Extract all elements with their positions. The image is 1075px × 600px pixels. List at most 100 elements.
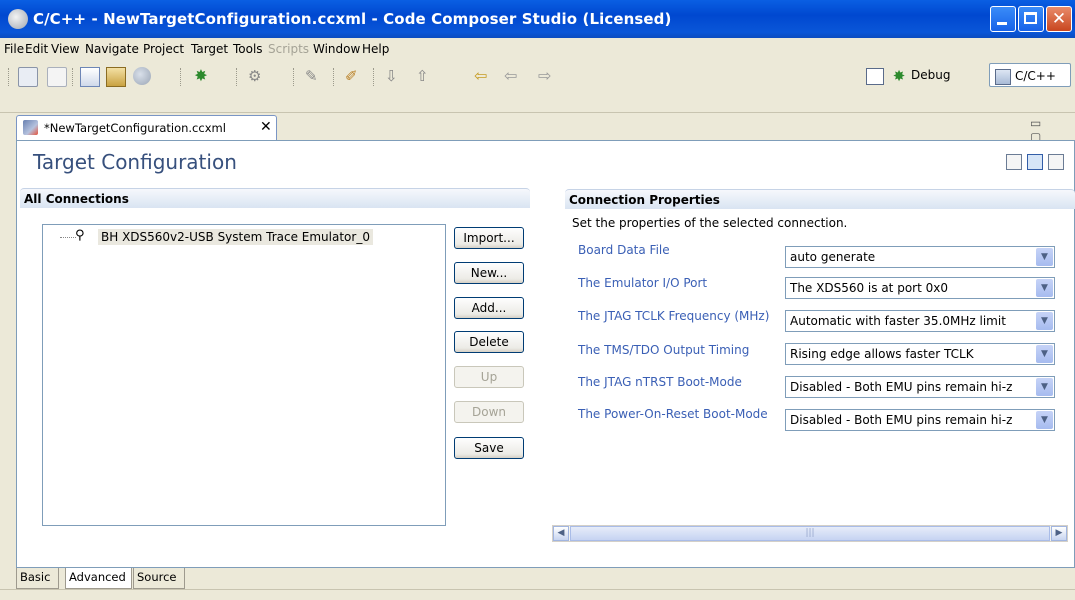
new-button[interactable]: New...: [454, 262, 524, 284]
debug-icon[interactable]: ✸: [192, 67, 210, 85]
close-button[interactable]: ✕: [1046, 6, 1072, 32]
layout-buttons: [1001, 154, 1064, 173]
menu-edit[interactable]: Edit: [25, 42, 48, 56]
tms-tdo-output-timing-value: Rising edge allows faster TCLK: [790, 347, 974, 361]
menu-target[interactable]: Target: [191, 42, 228, 56]
last-edit-location-icon[interactable]: ⇦: [474, 67, 492, 85]
print-icon[interactable]: [47, 67, 67, 87]
tree-item-emulator[interactable]: BH XDS560v2-USB System Trace Emulator_0: [98, 229, 373, 245]
chevron-down-icon[interactable]: ▼: [1036, 345, 1053, 363]
minimize-icon: [997, 22, 1007, 25]
maximize-icon: [1024, 12, 1037, 24]
menu-view[interactable]: View: [51, 42, 79, 56]
annotation-icon[interactable]: ✐: [345, 67, 363, 85]
emulator-io-port-label: The Emulator I/O Port: [578, 276, 708, 290]
title-bar: C/C++ - NewTargetConfiguration.ccxml - C…: [0, 0, 1075, 38]
emulator-io-port-value: The XDS560 is at port 0x0: [790, 281, 948, 295]
menu-window[interactable]: Window: [313, 42, 360, 56]
all-connections-heading: All Connections: [20, 188, 530, 208]
page-title: Target Configuration: [33, 150, 237, 174]
connection-properties-description: Set the properties of the selected conne…: [572, 216, 848, 230]
build-icon[interactable]: [133, 67, 151, 85]
chevron-down-icon[interactable]: ▼: [1036, 248, 1053, 266]
toolbar-separator: [236, 68, 238, 86]
vertical-layout-icon[interactable]: [1027, 154, 1043, 170]
chevron-down-icon[interactable]: ▼: [1036, 378, 1053, 396]
save-icon[interactable]: [18, 67, 38, 87]
jtag-tclk-frequency-label: The JTAG TCLK Frequency (MHz): [578, 309, 770, 323]
tree-connector: [60, 237, 76, 238]
emulator-io-port-select[interactable]: The XDS560 is at port 0x0 ▼: [785, 277, 1055, 299]
jtag-tclk-frequency-select[interactable]: Automatic with faster 35.0MHz limit ▼: [785, 310, 1055, 332]
forward-icon[interactable]: ⇨: [538, 67, 556, 85]
target-configuration-editor: Target Configuration All Connections ⚲ B…: [16, 140, 1075, 568]
jtag-ntrst-boot-mode-select[interactable]: Disabled - Both EMU pins remain hi-z ▼: [785, 376, 1055, 398]
save-button[interactable]: Save: [454, 437, 524, 459]
emulator-icon: ⚲: [75, 228, 85, 243]
tab-source[interactable]: Source: [133, 568, 185, 589]
board-data-file-label: Board Data File: [578, 243, 670, 257]
toolbar-separator: [373, 68, 375, 86]
menu-help[interactable]: Help: [362, 42, 389, 56]
toolbar: ✸ ⚙ ✎ ✐ ⇩ ⇧ ⇦ ⇦ ⇨ ✸ Debug C/C++: [0, 60, 1075, 112]
power-on-reset-boot-mode-label: The Power-On-Reset Boot-Mode: [578, 407, 768, 421]
editor-tab[interactable]: *NewTargetConfiguration.ccxml ✕: [16, 115, 277, 140]
menu-navigate[interactable]: Navigate: [85, 42, 139, 56]
new-header-file-icon[interactable]: [106, 67, 126, 87]
tab-basic[interactable]: Basic: [16, 568, 59, 589]
next-annotation-icon[interactable]: ⇩: [385, 67, 403, 85]
menu-bar: File Edit View Navigate Project Target T…: [0, 38, 1075, 60]
toolbar-separator: [180, 68, 182, 86]
tab-advanced[interactable]: Advanced: [65, 568, 132, 589]
scroll-left-icon[interactable]: ◀: [553, 526, 569, 541]
board-data-file-select[interactable]: auto generate ▼: [785, 246, 1055, 268]
import-button[interactable]: Import...: [454, 227, 524, 249]
search-icon[interactable]: ✎: [305, 67, 323, 85]
connections-tree[interactable]: ⚲ BH XDS560v2-USB System Trace Emulator_…: [42, 224, 446, 526]
close-icon: ✕: [1051, 9, 1067, 29]
scrollbar-thumb[interactable]: |||: [570, 526, 1050, 541]
cc-perspective-icon: [995, 68, 1011, 85]
chevron-down-icon[interactable]: ▼: [1036, 279, 1053, 297]
power-on-reset-boot-mode-select[interactable]: Disabled - Both EMU pins remain hi-z ▼: [785, 409, 1055, 431]
menu-scripts[interactable]: Scripts: [268, 42, 309, 56]
minimize-button[interactable]: [990, 6, 1016, 32]
menu-project[interactable]: Project: [143, 42, 184, 56]
debug-perspective-button[interactable]: ✸ Debug: [886, 63, 981, 87]
cc-perspective-button[interactable]: C/C++: [989, 63, 1071, 87]
tab-close-icon[interactable]: ✕: [260, 119, 272, 135]
menu-tools[interactable]: Tools: [233, 42, 263, 56]
maximize-button[interactable]: [1018, 6, 1044, 32]
window-title: C/C++ - NewTargetConfiguration.ccxml - C…: [33, 10, 672, 28]
status-bar: [0, 589, 1075, 600]
debug-perspective-label: Debug: [911, 68, 951, 82]
toolbar-separator: [293, 68, 295, 86]
editor-tab-label: *NewTargetConfiguration.ccxml: [44, 121, 226, 135]
chevron-down-icon[interactable]: ▼: [1036, 411, 1053, 429]
tms-tdo-output-timing-select[interactable]: Rising edge allows faster TCLK ▼: [785, 343, 1055, 365]
horizontal-layout-icon[interactable]: [1006, 154, 1022, 170]
toolbar-separator: [8, 68, 10, 86]
board-data-file-value: auto generate: [790, 250, 876, 264]
add-button[interactable]: Add...: [454, 297, 524, 319]
new-source-file-icon[interactable]: [80, 67, 100, 87]
back-icon[interactable]: ⇦: [504, 67, 522, 85]
chevron-down-icon[interactable]: ▼: [1036, 312, 1053, 330]
up-button[interactable]: Up: [454, 366, 524, 388]
open-perspective-icon[interactable]: [866, 68, 884, 85]
toolbar-separator: [333, 68, 335, 86]
ccxml-file-icon: [23, 120, 38, 135]
power-on-reset-boot-mode-value: Disabled - Both EMU pins remain hi-z: [790, 413, 1013, 427]
app-logo-icon: [8, 9, 28, 29]
toolbar-separator: [72, 68, 74, 86]
menu-file[interactable]: File: [4, 42, 24, 56]
debug-perspective-icon: ✸: [892, 66, 906, 85]
run-icon[interactable]: ⚙: [248, 67, 266, 85]
single-pane-icon[interactable]: [1048, 154, 1064, 170]
horizontal-scrollbar[interactable]: ◀ ||| ▶: [552, 525, 1068, 542]
previous-annotation-icon[interactable]: ⇧: [416, 67, 434, 85]
down-button[interactable]: Down: [454, 401, 524, 423]
editor-page-tabs: Basic Advanced Source: [16, 568, 416, 589]
scroll-right-icon[interactable]: ▶: [1051, 526, 1067, 541]
delete-button[interactable]: Delete: [454, 331, 524, 353]
